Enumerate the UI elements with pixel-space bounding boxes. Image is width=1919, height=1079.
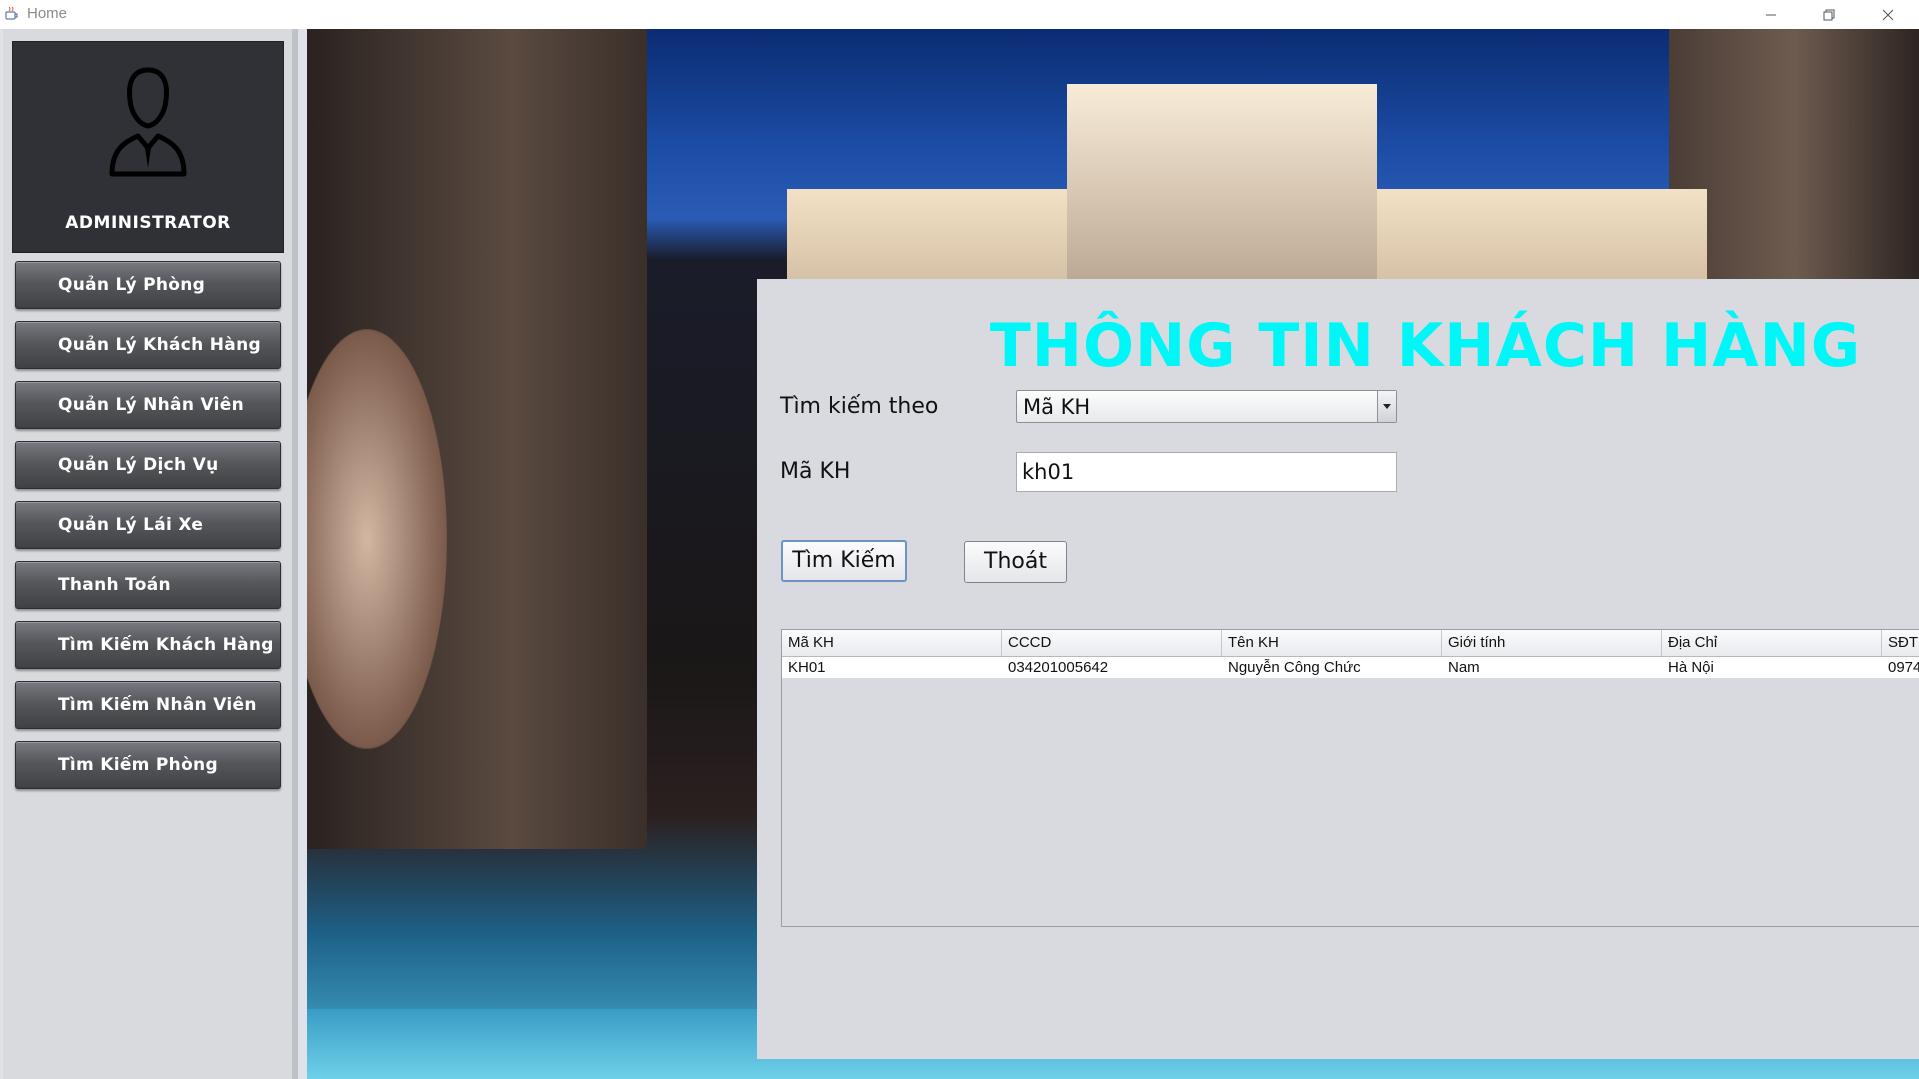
sidebar-item-employee-search[interactable]: Tìm Kiếm Nhân Viên bbox=[15, 681, 281, 729]
customer-table[interactable]: Mã KH CCCD Tên KH Giới tính Địa Chỉ SĐT … bbox=[781, 629, 1919, 927]
java-cup-icon bbox=[4, 6, 20, 22]
sidebar-item-label: Quản Lý Lái Xe bbox=[58, 515, 204, 535]
search-by-select[interactable]: Mã KH bbox=[1016, 390, 1397, 423]
sidebar-item-room-search[interactable]: Tìm Kiếm Phòng bbox=[15, 741, 281, 789]
admin-label: ADMINISTRATOR bbox=[65, 213, 231, 233]
sidebar-item-customer-search[interactable]: Tìm Kiếm Khách Hàng bbox=[15, 621, 281, 669]
sidebar-item-service-management[interactable]: Quản Lý Dịch Vụ bbox=[15, 441, 281, 489]
sidebar-item-label: Tìm Kiếm Phòng bbox=[58, 755, 218, 775]
window-titlebar: Home bbox=[0, 0, 1919, 30]
column-header[interactable]: CCCD bbox=[1002, 630, 1222, 656]
background-tower bbox=[1067, 84, 1377, 284]
sidebar-item-label: Quản Lý Dịch Vụ bbox=[58, 455, 219, 475]
chevron-down-icon[interactable] bbox=[1377, 391, 1396, 422]
customer-id-input[interactable] bbox=[1016, 452, 1397, 492]
table-cell[interactable]: Nam bbox=[1442, 657, 1662, 678]
sidebar-item-payment[interactable]: Thanh Toán bbox=[15, 561, 281, 609]
table-row[interactable]: KH01 034201005642 Nguyễn Công Chức Nam H… bbox=[782, 657, 1919, 678]
column-header[interactable]: Tên KH bbox=[1222, 630, 1442, 656]
table-header: Mã KH CCCD Tên KH Giới tính Địa Chỉ SĐT bbox=[782, 630, 1919, 657]
sidebar-item-label: Quản Lý Nhân Viên bbox=[58, 395, 244, 415]
admin-card: ADMINISTRATOR bbox=[12, 41, 284, 253]
table-cell[interactable]: 034201005642 bbox=[1002, 657, 1222, 678]
column-header[interactable]: Giới tính bbox=[1442, 630, 1662, 656]
table-cell[interactable]: 0974823353 bbox=[1882, 657, 1919, 678]
search-button[interactable]: Tìm Kiếm bbox=[781, 540, 907, 582]
restore-button[interactable] bbox=[1806, 0, 1852, 29]
column-header[interactable]: Địa Chỉ bbox=[1662, 630, 1882, 656]
sidebar-item-label: Tìm Kiếm Nhân Viên bbox=[58, 695, 257, 715]
column-header[interactable]: SĐT bbox=[1882, 630, 1919, 656]
customer-info-panel: THÔNG TIN KHÁCH HÀNG Tìm kiếm theo Mã KH… bbox=[757, 279, 1919, 1059]
user-silhouette-icon bbox=[109, 67, 187, 177]
table-cell[interactable]: Hà Nội bbox=[1662, 657, 1882, 678]
sidebar-item-label: Tìm Kiếm Khách Hàng bbox=[58, 635, 274, 655]
close-button[interactable] bbox=[1865, 0, 1911, 29]
minimize-button[interactable] bbox=[1748, 0, 1794, 29]
sidebar: ADMINISTRATOR Quản Lý Phòng Quản Lý Khác… bbox=[3, 29, 298, 1079]
window-title: Home bbox=[27, 5, 68, 22]
sidebar-item-label: Thanh Toán bbox=[58, 575, 171, 595]
background-hotel-image: THÔNG TIN KHÁCH HÀNG Tìm kiếm theo Mã KH… bbox=[307, 29, 1919, 1079]
search-by-label: Tìm kiếm theo bbox=[780, 394, 939, 419]
customer-id-label: Mã KH bbox=[780, 459, 851, 484]
sidebar-item-room-management[interactable]: Quản Lý Phòng bbox=[15, 261, 281, 309]
table-cell[interactable]: Nguyễn Công Chức bbox=[1222, 657, 1442, 678]
sidebar-item-driver-management[interactable]: Quản Lý Lái Xe bbox=[15, 501, 281, 549]
column-header[interactable]: Mã KH bbox=[782, 630, 1002, 656]
page-title: THÔNG TIN KHÁCH HÀNG bbox=[989, 311, 1862, 381]
sidebar-item-label: Quản Lý Phòng bbox=[58, 275, 206, 295]
exit-button[interactable]: Thoát bbox=[964, 541, 1067, 583]
table-cell[interactable]: KH01 bbox=[782, 657, 1002, 678]
sidebar-item-customer-management[interactable]: Quản Lý Khách Hàng bbox=[15, 321, 281, 369]
search-by-value: Mã KH bbox=[1023, 395, 1091, 419]
sidebar-item-employee-management[interactable]: Quản Lý Nhân Viên bbox=[15, 381, 281, 429]
sidebar-item-label: Quản Lý Khách Hàng bbox=[58, 335, 261, 355]
